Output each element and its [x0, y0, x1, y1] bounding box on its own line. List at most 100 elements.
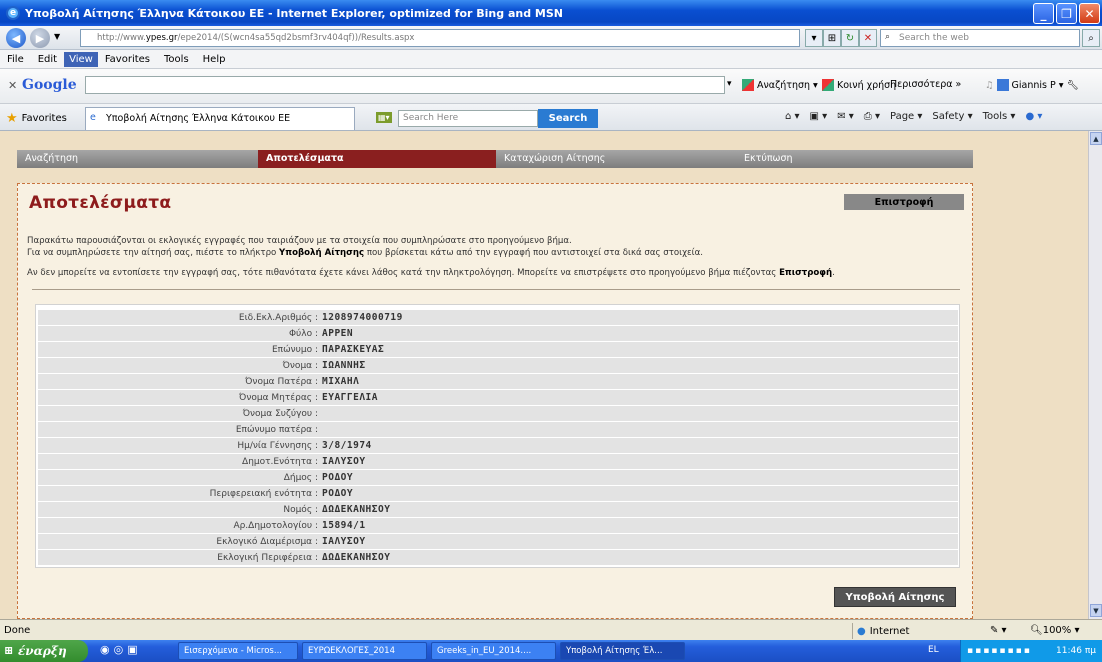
help-icon[interactable]: ● ▾ [1025, 111, 1042, 122]
print-icon[interactable]: ⎙ ▾ [864, 111, 880, 122]
share-icon [822, 79, 834, 91]
tab-print[interactable]: Εκτύπωση [736, 150, 973, 168]
address-toolbar: ◀ ▶ ▼ http://www.ypes.gr/epe2014/(S(wcn4… [0, 26, 1102, 50]
record-table: Ειδ.Εκλ.Αριθμός :1208974000719 Φύλο : ΑΡΡ… [35, 304, 960, 568]
taskbar-item-excel[interactable]: Greeks_in_EU_2014.... [431, 642, 556, 660]
favorites-bar: ★ Favorites e Υποβολή Αίτησης Έλληνα Κάτ… [0, 104, 1102, 131]
back-arrow-icon[interactable]: ◀ [6, 28, 26, 48]
google-search-input[interactable] [85, 76, 725, 94]
close-button[interactable]: ✕ [1079, 3, 1100, 24]
table-row: Εκλογική Περιφέρεια : ΔΩΔΕΚΑΝΗΣΟΥ [38, 550, 958, 565]
tab-search[interactable]: Αναζήτηση [17, 150, 262, 168]
star-icon: ★ [6, 111, 18, 126]
tab-results[interactable]: Αποτελέσματα [258, 150, 496, 168]
taskbar-item-folder[interactable]: ΕΥΡΩΕΚΛΟΓΕΣ_2014 [302, 642, 427, 660]
window-title-bar[interactable]: e Υποβολή Αίτησης Έλληνα Κάτοικου ΕΕ - I… [0, 0, 1102, 26]
taskbar: ⊞ έναρξη ◉◎▣ Εισερχόμενα - Micros... ΕΥΡ… [0, 640, 1102, 662]
table-row: Όνομα : ΙΩΑΝΝΗΣ [38, 358, 958, 373]
web-search-input[interactable]: ⌕ Search the web [880, 29, 1080, 47]
table-row: Εκλογικό Διαμέρισμα : ΙΑΛΥΣΟΥ [38, 534, 958, 549]
history-dropdown-icon[interactable]: ▼ [54, 32, 60, 41]
table-row: Ημ/νία Γέννησης :3/8/1974 [38, 438, 958, 453]
table-row: Όνομα Συζύγου : [38, 406, 958, 421]
feeds-icon[interactable]: ▣ ▾ [810, 111, 828, 122]
tab-registration[interactable]: Καταχώριση Αίτησης [496, 150, 736, 168]
vertical-scrollbar[interactable]: ▲ ▼ [1088, 131, 1102, 619]
start-button[interactable]: ⊞ έναρξη [0, 640, 88, 662]
search-icon: ⌕ [885, 32, 891, 42]
browser-tab[interactable]: e Υποβολή Αίτησης Έλληνα Κάτοικου ΕΕ [85, 107, 355, 130]
intro-text-3: Αν δεν μπορείτε να εντοπίσετε την εγγραφ… [27, 268, 835, 278]
results-panel: Αποτελέσματα Επιστροφή Παρακάτω παρουσιά… [17, 183, 973, 619]
globe-icon: ● [857, 625, 866, 637]
maximize-button[interactable]: ❐ [1056, 3, 1077, 24]
status-text: Done [4, 625, 31, 636]
site-search-icon: ▦▾ [376, 112, 392, 123]
window-title: Υποβολή Αίτησης Έλληνα Κάτοικου ΕΕ - Int… [25, 6, 563, 20]
stop-icon[interactable]: ✕ [859, 29, 877, 47]
minimize-button[interactable]: _ [1033, 3, 1054, 24]
status-bar: Done ● Internet ✎ ▾ 🔍︎100% ▾ [0, 619, 1102, 640]
compatibility-icon[interactable]: ⊞ [823, 29, 841, 47]
menu-favorites[interactable]: Favorites [98, 54, 157, 65]
system-tray: ▪▪▪▪▪▪▪▪ 11:46 πμ [960, 640, 1102, 662]
bell-icon: ♫ [985, 79, 994, 91]
table-row: Νομός : ΔΩΔΕΚΑΝΗΣΟΥ [38, 502, 958, 517]
ie-icon: e [6, 6, 20, 20]
return-button[interactable]: Επιστροφή [844, 194, 964, 210]
table-row: Αρ.Δημοτολογίου :15894/1 [38, 518, 958, 533]
forward-arrow-icon[interactable]: ▶ [30, 28, 50, 48]
close-toolbar-icon[interactable]: ✕ [8, 79, 17, 92]
web-search-button[interactable]: ⌕ [1082, 29, 1100, 47]
tray-icons[interactable]: ▪▪▪▪▪▪▪▪ [961, 646, 1032, 656]
protected-mode-icon[interactable]: ✎ ▾ [990, 625, 1007, 636]
quick-launch-icons[interactable]: ◉◎▣ [100, 643, 142, 656]
table-row: Φύλο : ΑΡΡΕΝ [38, 326, 958, 341]
google-search-button[interactable]: Αναζήτηση ▾ [742, 79, 818, 91]
google-share-button[interactable]: Κοινή χρήση [822, 79, 896, 91]
google-more-button[interactable]: Περισσότερα » [890, 79, 961, 90]
scroll-down-icon[interactable]: ▼ [1090, 604, 1102, 617]
table-row: Ειδ.Εκλ.Αριθμός :1208974000719 [38, 310, 958, 325]
home-icon[interactable]: ⌂ ▾ [785, 111, 800, 122]
table-row: Δήμος : ΡΟΔΟΥ [38, 470, 958, 485]
table-row: Δημοτ.Ενότητα : ΙΑΛΥΣΟΥ [38, 454, 958, 469]
wrench-icon[interactable]: 🔧︎ [1067, 80, 1079, 91]
user-avatar [996, 79, 1009, 91]
divider [32, 289, 960, 290]
menu-tools[interactable]: Tools [157, 54, 196, 65]
table-row: Περιφερειακή ενότητα : ΡΟΔΟΥ [38, 486, 958, 501]
menu-edit[interactable]: Edit [31, 54, 64, 65]
google-user-menu[interactable]: ♫ Giannis P ▾ 🔧︎ [985, 79, 1079, 91]
intro-text-2: Για να συμπληρώσετε την αίτησή σας, πιέσ… [27, 248, 703, 258]
security-zone[interactable]: ● Internet [852, 623, 909, 639]
scroll-up-icon[interactable]: ▲ [1090, 132, 1102, 145]
page-menu[interactable]: Page ▾ [890, 111, 922, 122]
google-search-icon [742, 79, 754, 91]
windows-logo-icon: ⊞ [4, 644, 14, 657]
submit-application-button[interactable]: Υποβολή Αίτησης [834, 587, 956, 607]
google-toolbar: ✕ Google ▾ Αναζήτηση ▾ Κοινή χρήση Περισσ… [0, 69, 1102, 104]
clock: 11:46 πμ [1056, 646, 1096, 656]
menu-file[interactable]: File [0, 54, 31, 65]
address-bar[interactable]: http://www.ypes.gr/epe2014/(S(wcn4sa55qd… [80, 29, 800, 47]
table-row: Όνομα Μητέρας : ΕΥΑΓΓΕΛΙΑ [38, 390, 958, 405]
safety-menu[interactable]: Safety ▾ [932, 111, 972, 122]
menu-view[interactable]: View [64, 51, 98, 67]
google-dropdown-icon[interactable]: ▾ [727, 79, 732, 89]
tools-menu[interactable]: Tools ▾ [983, 111, 1016, 122]
zoom-level[interactable]: 🔍︎100% ▾ [1030, 625, 1080, 636]
table-row: Όνομα Πατέρα : ΜΙΧΑΗΛ [38, 374, 958, 389]
favorites-button[interactable]: ★ Favorites [6, 111, 67, 126]
taskbar-item-ie[interactable]: Υποβολή Αίτησης Έλ... [560, 642, 685, 660]
mail-icon[interactable]: ✉ ▾ [837, 111, 854, 122]
menu-bar: File Edit View Favorites Tools Help [0, 50, 1102, 69]
taskbar-item-outlook[interactable]: Εισερχόμενα - Micros... [178, 642, 298, 660]
site-search-button[interactable]: Search [538, 109, 598, 128]
language-indicator[interactable]: EL [928, 645, 939, 655]
address-dropdown-icon[interactable]: ▾ [805, 29, 823, 47]
table-row: Επώνυμο πατέρα : [38, 422, 958, 437]
menu-help[interactable]: Help [196, 54, 233, 65]
site-search-input[interactable]: Search Here [398, 110, 538, 127]
refresh-icon[interactable]: ↻ [841, 29, 859, 47]
